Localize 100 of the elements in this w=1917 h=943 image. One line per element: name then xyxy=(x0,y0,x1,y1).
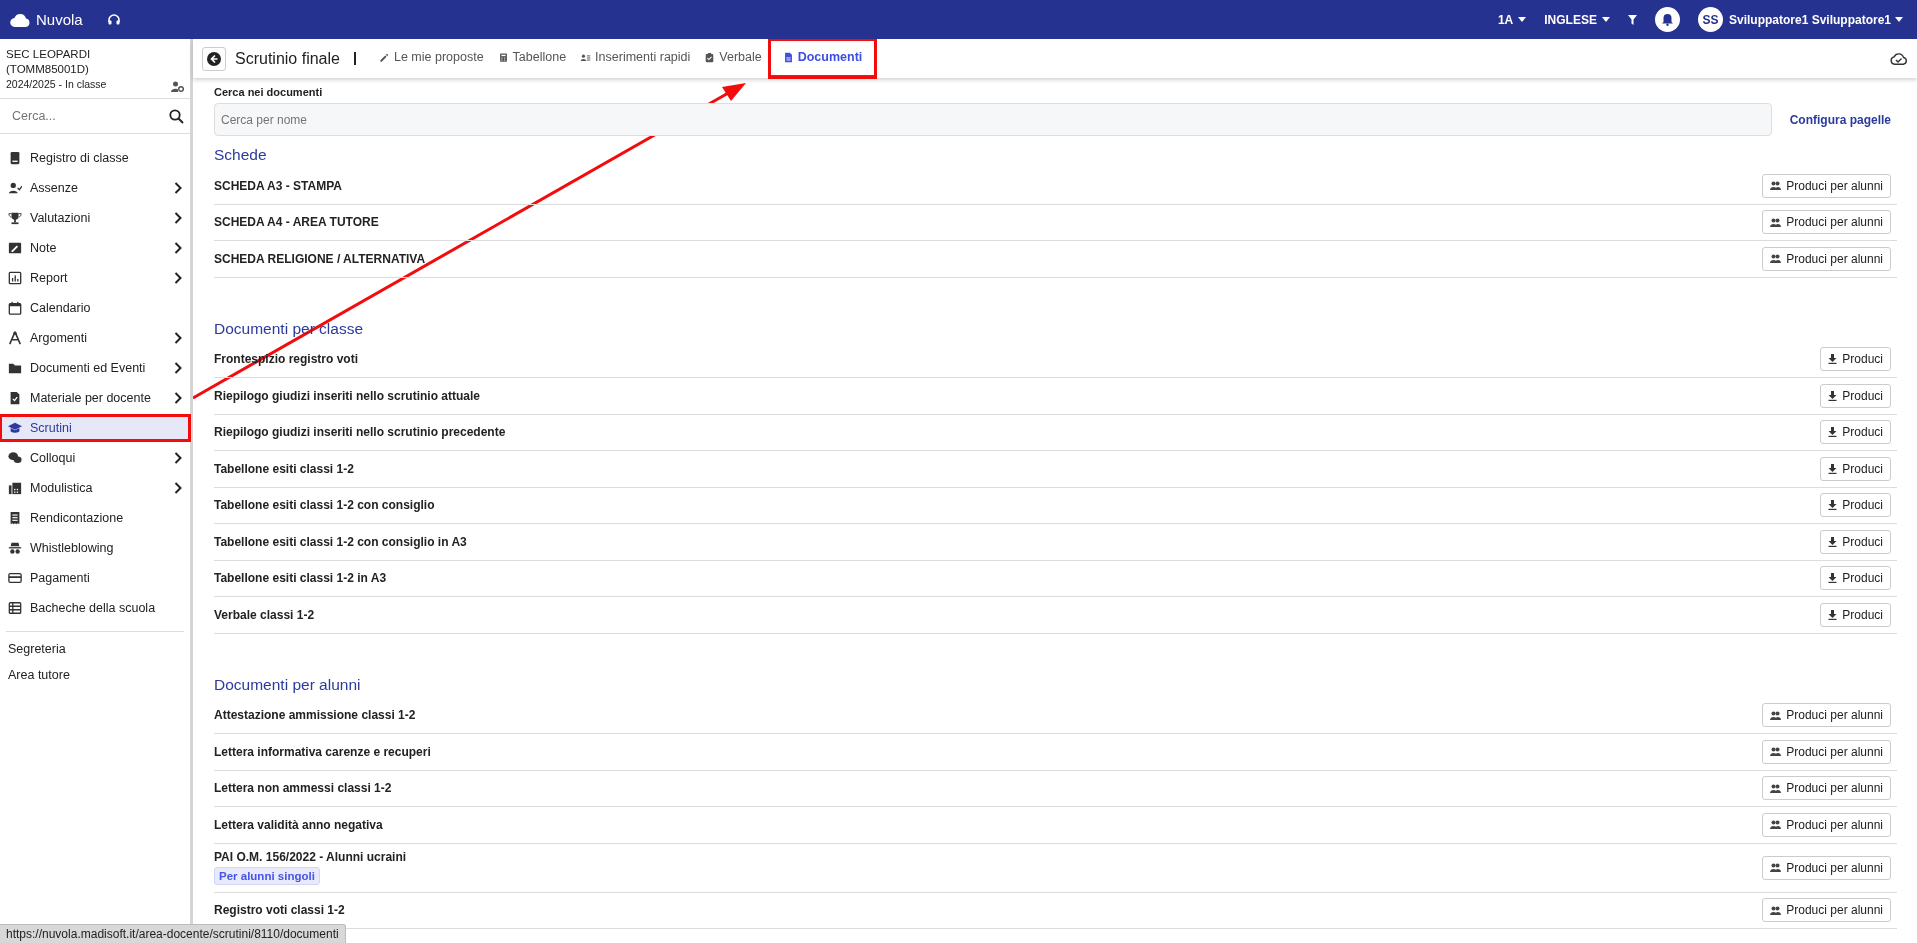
download-icon xyxy=(1828,354,1838,365)
sidebar-item[interactable]: Whistleblowing xyxy=(0,535,190,561)
sidebar-item[interactable]: Pagamenti xyxy=(0,565,190,591)
user-menu[interactable]: Sviluppatore1 Sviluppatore1 xyxy=(1728,12,1903,27)
produce-button[interactable]: Produci xyxy=(1820,383,1891,408)
filter-icon[interactable] xyxy=(1627,14,1637,25)
configure-report-cards-link[interactable]: Configura pagelle xyxy=(1789,112,1891,127)
section-heading: Documenti per alunni xyxy=(214,675,362,694)
sidebar-item[interactable]: Assenze xyxy=(0,175,190,201)
sidebar-item[interactable]: Scrutini xyxy=(0,415,190,441)
chart-icon xyxy=(8,271,22,285)
school-name: SEC LEOPARDI (TOMM85001D) xyxy=(6,47,92,77)
sidebar-item[interactable]: Note xyxy=(0,235,190,261)
people-icon xyxy=(1770,747,1782,757)
produce-button[interactable]: Produci per alunni xyxy=(1762,855,1891,880)
sidebar-item[interactable]: Registro di classe xyxy=(0,145,190,171)
produce-button[interactable]: Produci per alunni xyxy=(1762,898,1891,923)
document-name: Lettera non ammessi classi 1-2 xyxy=(214,781,393,796)
produce-button[interactable]: Produci per alunni xyxy=(1762,776,1891,801)
search-icon[interactable] xyxy=(169,108,184,124)
download-icon xyxy=(1828,536,1838,547)
sidebar-item[interactable]: Calendario xyxy=(0,295,190,321)
produce-button[interactable]: Produci per alunni xyxy=(1762,703,1891,728)
sidebar-search-field[interactable]: Cerca... xyxy=(10,108,169,124)
table-icon xyxy=(8,601,22,615)
cloud-icon xyxy=(10,12,30,27)
document-name: Attestazione ammissione classi 1-2 xyxy=(214,708,417,723)
produce-button[interactable]: Produci per alunni xyxy=(1762,173,1891,198)
document-search-field[interactable]: Cerca per nome xyxy=(214,103,1772,136)
download-icon xyxy=(1828,390,1838,401)
note-icon xyxy=(8,241,22,255)
receipt-icon xyxy=(8,511,22,525)
document-name: PAI O.M. 156/2022 - Alunni ucraini xyxy=(214,850,408,864)
document-icon xyxy=(8,391,22,405)
people-icon xyxy=(1770,905,1782,915)
document-name: Riepilogo giudizi inseriti nello scrutinio precedente xyxy=(214,425,507,440)
back-arrow-icon xyxy=(207,51,221,66)
document-tag: Per alunni singoli xyxy=(214,867,320,885)
back-button[interactable] xyxy=(202,46,226,71)
sidebar-item[interactable]: Materiale per docente xyxy=(0,385,190,411)
page-title: Scrutinio finale xyxy=(235,49,340,68)
tab[interactable]: Inserimenti rapidi xyxy=(573,39,698,78)
sidebar-item[interactable]: Bacheche della scuola xyxy=(0,595,190,621)
tab[interactable]: Tabellone xyxy=(490,39,574,78)
sidebar-item[interactable]: Colloqui xyxy=(0,445,190,471)
produce-button[interactable]: Produci per alunni xyxy=(1762,739,1891,764)
spy-icon xyxy=(8,541,22,555)
document-name: Lettera validità anno negativa xyxy=(214,817,384,832)
sidebar-link[interactable]: Area tutore xyxy=(8,668,70,682)
calendar-icon xyxy=(8,301,22,315)
notifications-button[interactable] xyxy=(1654,7,1680,32)
sidebar-item[interactable]: Documenti ed Eventi xyxy=(0,355,190,381)
sidebar-item[interactable]: Argomenti xyxy=(0,325,190,351)
section-heading: Documenti per classe xyxy=(214,319,365,338)
download-icon xyxy=(1828,609,1838,620)
sidebar-item[interactable]: Rendicontazione xyxy=(0,505,190,531)
produce-button[interactable]: Produci xyxy=(1820,456,1891,481)
caret-icon xyxy=(1895,17,1903,22)
class-menu[interactable]: 1A xyxy=(1497,12,1527,27)
school-year-status: 2024/2025 - In classe xyxy=(6,77,107,92)
produce-button[interactable]: Produci xyxy=(1820,529,1891,554)
pen-icon xyxy=(378,51,390,63)
user-settings-icon[interactable] xyxy=(171,81,184,92)
tab[interactable]: Le mie proposte xyxy=(371,39,491,78)
sidebar-item[interactable]: Valutazioni xyxy=(0,205,190,231)
people-icon xyxy=(1770,820,1782,830)
produce-button[interactable]: Produci per alunni xyxy=(1762,210,1891,235)
user-avatar[interactable]: SS xyxy=(1697,7,1723,32)
sidebar-link[interactable]: Segreteria xyxy=(8,642,66,656)
tab[interactable]: Verbale xyxy=(697,39,769,78)
tab[interactable]: Documenti xyxy=(768,39,877,78)
produce-button[interactable]: Produci per alunni xyxy=(1762,812,1891,837)
sidebar-item[interactable]: Modulistica xyxy=(0,475,190,501)
produce-button[interactable]: Produci xyxy=(1820,347,1891,372)
sidebar-item[interactable]: Report xyxy=(0,265,190,291)
folder-icon xyxy=(8,361,22,375)
trophy-icon xyxy=(8,211,22,225)
cloud-check-icon xyxy=(1890,52,1907,65)
document-name: SCHEDA RELIGIONE / ALTERNATIVA xyxy=(214,251,427,266)
calculator-icon xyxy=(497,51,509,63)
brand-name[interactable]: Nuvola xyxy=(36,11,83,28)
document-name: Tabellone esiti classi 1-2 con consiglio xyxy=(214,498,436,513)
people-icon xyxy=(1770,254,1782,264)
produce-button[interactable]: Produci xyxy=(1820,493,1891,518)
download-icon xyxy=(1828,500,1838,511)
people-icon xyxy=(1770,710,1782,720)
search-label: Cerca nei documenti xyxy=(214,86,324,98)
produce-button[interactable]: Produci xyxy=(1820,602,1891,627)
people-icon xyxy=(1770,783,1782,793)
book-icon xyxy=(8,151,22,165)
headset-icon[interactable] xyxy=(106,12,121,27)
produce-button[interactable]: Produci xyxy=(1820,566,1891,591)
caret-icon xyxy=(1601,17,1610,22)
chat-bubbles-icon xyxy=(8,451,22,465)
produce-button[interactable]: Produci xyxy=(1820,420,1891,445)
document-name: SCHEDA A4 - AREA TUTORE xyxy=(214,215,380,230)
download-icon xyxy=(1828,427,1838,438)
produce-button[interactable]: Produci per alunni xyxy=(1762,246,1891,271)
download-icon xyxy=(1828,573,1838,584)
subject-menu[interactable]: INGLESE xyxy=(1544,12,1610,27)
